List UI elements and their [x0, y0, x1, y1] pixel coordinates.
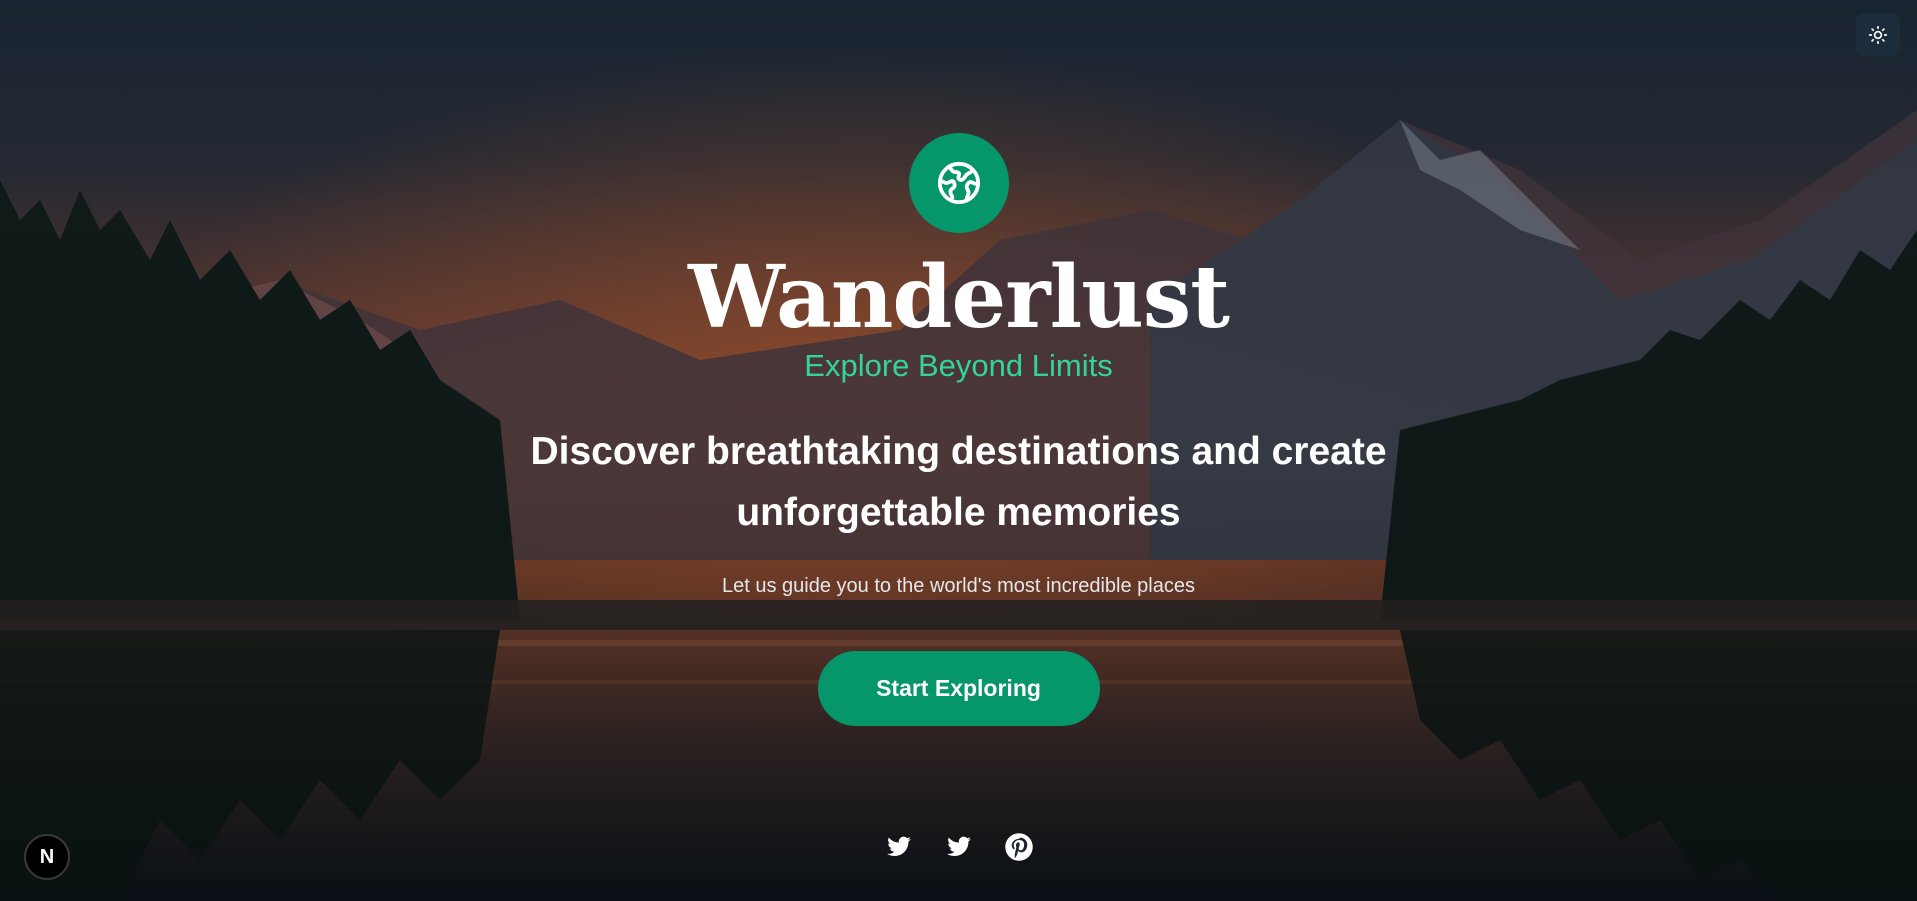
social-links	[0, 832, 1917, 862]
twitter-link[interactable]	[884, 832, 914, 862]
twitter-icon	[886, 836, 911, 856]
pinterest-link[interactable]	[1004, 832, 1034, 862]
brand-title: Wanderlust	[688, 247, 1230, 348]
brand-tagline: Explore Beyond Limits	[804, 348, 1113, 383]
hero-headline: Discover breathtaking destinations and c…	[530, 430, 1387, 534]
hero-subtext: Let us guide you to the world's most inc…	[722, 575, 1195, 597]
theme-toggle-button[interactable]	[1856, 13, 1900, 56]
pinterest-icon	[1004, 833, 1033, 861]
twitter-icon	[946, 836, 971, 856]
twitter-link-secondary[interactable]	[944, 832, 974, 862]
globe-icon	[937, 161, 980, 205]
sun-icon	[1868, 25, 1888, 44]
dev-tools-badge[interactable]: N	[24, 834, 70, 880]
start-exploring-button[interactable]: Start Exploring	[817, 651, 1100, 726]
hero-section: Wanderlust Explore Beyond Limits Discove…	[0, 133, 1917, 726]
logo-badge	[908, 133, 1009, 233]
